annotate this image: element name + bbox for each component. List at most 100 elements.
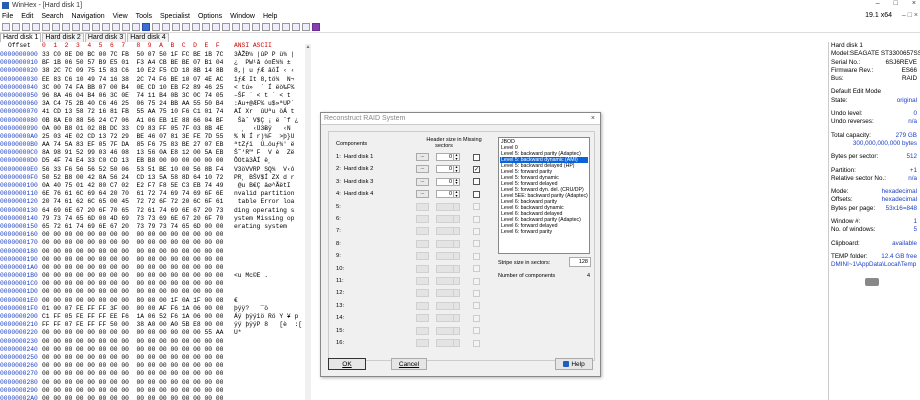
menu-search[interactable]: Search xyxy=(41,13,63,20)
hex-row[interactable]: 0000000160 00 00 00 00 00 00 00 00 00 00 … xyxy=(0,231,310,239)
cancel-button[interactable]: Cancel xyxy=(391,358,427,370)
row-ascii[interactable]: Šàˆ V$Ç ¡ ë ˆf ¿ xyxy=(234,117,298,125)
row-bytes[interactable]: 00 00 00 00 00 00 00 00 00 00 00 00 00 0… xyxy=(42,280,234,288)
hex-row[interactable]: 0000000070 41 CD 13 58 72 16 81 FB 55 AA … xyxy=(0,108,310,116)
properties-icon[interactable] xyxy=(42,22,50,31)
close-icon[interactable]: × xyxy=(912,0,916,7)
header-size-field[interactable] xyxy=(436,239,454,248)
row-bytes[interactable]: 41 CD 13 58 72 16 81 FB 55 AA 75 10 F6 C… xyxy=(42,108,234,116)
row-bytes[interactable]: 00 00 00 00 00 00 00 00 00 00 00 00 00 0… xyxy=(42,264,234,272)
maximize-icon[interactable]: □ xyxy=(894,0,898,7)
dialog-close-icon[interactable]: × xyxy=(591,115,595,122)
header-size-spinner[interactable]: ▲▼ xyxy=(454,202,460,211)
missing-checkbox[interactable] xyxy=(473,227,480,235)
row-bytes[interactable]: 56 33 F6 56 56 52 50 06 53 51 BE 10 00 5… xyxy=(42,166,234,174)
row-bytes[interactable]: C1 FF 05 FE FF FF EE F6 1A 06 52 F6 1A 0… xyxy=(42,313,234,321)
back-arrow-icon[interactable] xyxy=(162,22,170,31)
row-ascii[interactable]: AÍ Xr ûUªu öÁ t xyxy=(234,108,294,116)
row-ascii[interactable]: þÿÿ? ¯ö xyxy=(234,305,268,313)
row-bytes[interactable]: 6E 76 61 6C 69 64 20 70 61 72 74 69 74 6… xyxy=(42,190,234,198)
browse-button[interactable]: ... xyxy=(416,339,429,347)
find-text-icon[interactable] xyxy=(102,22,110,31)
browse-button[interactable]: ... xyxy=(416,227,429,236)
row-bytes[interactable]: 00 00 00 00 00 00 00 00 00 00 00 00 00 0… xyxy=(42,379,234,387)
hex-row[interactable]: 0000000170 00 00 00 00 00 00 00 00 00 00 … xyxy=(0,239,310,247)
hex-row[interactable]: 00000000A0 25 03 4E 02 CD 13 72 29 BE 46 … xyxy=(0,133,310,141)
row-bytes[interactable]: 00 00 00 00 00 00 00 00 00 00 00 00 00 0… xyxy=(42,288,234,296)
row-bytes[interactable]: 00 00 00 00 00 00 00 00 00 00 00 00 00 0… xyxy=(42,338,234,346)
tab-hard-disk-3[interactable]: Hard disk 3 xyxy=(84,33,127,42)
browse-button[interactable]: ... xyxy=(416,190,429,199)
paste-write-icon[interactable] xyxy=(92,22,100,31)
header-size-spinner[interactable]: ▲▼ xyxy=(454,326,460,335)
browse-button[interactable]: ... xyxy=(416,215,429,223)
browse-button[interactable]: ... xyxy=(416,252,429,261)
row-ascii[interactable]: table Error loa xyxy=(234,198,295,206)
row-bytes[interactable]: 00 00 00 00 00 00 00 00 00 00 00 00 00 0… xyxy=(42,387,234,395)
row-bytes[interactable]: 50 52 B8 00 42 8A 56 24 CD 13 5A 58 8D 6… xyxy=(42,174,234,182)
row-bytes[interactable]: 8A 98 91 52 99 03 46 08 13 56 0A E8 12 0… xyxy=(42,149,234,157)
header-size-spinner[interactable]: ▲▼ xyxy=(454,190,460,199)
stripe-size-field[interactable]: 128 xyxy=(569,257,591,267)
goto-offset-icon[interactable] xyxy=(142,22,150,31)
row-bytes[interactable]: 3C 00 74 FA BB 07 00 B4 0E CD 10 EB F2 8… xyxy=(42,84,234,92)
hex-editor[interactable]: Offset 0 1 2 3 4 5 6 7 8 9 A B C D E F A… xyxy=(0,42,310,400)
header-size-field[interactable] xyxy=(436,277,454,285)
raid-type-item[interactable]: Level 6: forward parity xyxy=(500,229,588,235)
row-bytes[interactable]: 00 00 00 00 00 00 00 00 00 00 00 00 00 0… xyxy=(42,329,234,337)
browse-button[interactable]: ... xyxy=(416,314,429,323)
row-ascii[interactable]: –ŠF ´ < t ´ < t xyxy=(234,92,294,100)
header-size-field[interactable] xyxy=(436,289,454,298)
header-size-field[interactable]: 0 xyxy=(436,153,454,161)
row-ascii[interactable]: < tú» ´ Í ëò‰F% xyxy=(234,84,294,92)
header-size-spinner[interactable]: ▲▼ xyxy=(454,177,460,186)
menu-tools[interactable]: Tools xyxy=(136,13,152,20)
row-ascii[interactable]: Áÿ þÿÿîö Rö Y ¥ p xyxy=(234,313,298,321)
settings-icon[interactable] xyxy=(282,22,290,31)
row-ascii[interactable]: 3ÀŽÐ¼ |ûP P ü¾ | xyxy=(234,51,294,59)
missing-checkbox[interactable] xyxy=(473,252,480,260)
row-ascii[interactable]: ding operating s xyxy=(234,207,294,215)
row-ascii[interactable]: îƒÆ It 8,tö¾ N¬ xyxy=(234,76,294,84)
row-ascii[interactable]: PR¸ BŠV$Í ZX d r xyxy=(234,174,294,182)
row-ascii[interactable]: 8,| u ƒÆ âõÍ ‹ ‹ xyxy=(234,67,294,75)
row-ascii[interactable]: % N Í r)¾F >þ}U xyxy=(234,133,294,141)
menu-specialist[interactable]: Specialist xyxy=(160,13,190,20)
header-size-spinner[interactable]: ▲▼ xyxy=(454,277,460,285)
hex-row[interactable]: 0000000100 0A 40 75 01 42 80 C7 02 E2 F7 … xyxy=(0,182,310,190)
row-bytes[interactable]: 3A C4 75 2B 40 C6 46 25 06 75 24 BB AA 5… xyxy=(42,100,234,108)
browse-button[interactable]: ... xyxy=(416,165,429,174)
hex-row[interactable]: 0000000020 38 2C 7C 09 75 15 83 C6 10 E2 … xyxy=(0,67,310,75)
hex-row[interactable]: 0000000050 96 8A 46 04 B4 06 3C 0E 74 11 … xyxy=(0,92,310,100)
replace-hex-icon[interactable] xyxy=(132,22,140,31)
hex-row[interactable]: 00000000F0 50 52 B8 00 42 8A 56 24 CD 13 … xyxy=(0,174,310,182)
hex-row[interactable]: 0000000140 79 73 74 65 6D 00 4D 69 73 73 … xyxy=(0,215,310,223)
header-size-field[interactable]: 0 xyxy=(436,165,454,174)
ok-button[interactable]: OK xyxy=(328,358,366,370)
missing-checkbox[interactable] xyxy=(473,203,480,211)
last-sector-icon[interactable] xyxy=(192,22,200,31)
header-size-spinner[interactable]: ▲▼ xyxy=(454,301,460,310)
hex-row[interactable]: 0000000090 0A 00 B8 01 02 8B DC 33 C9 83 … xyxy=(0,125,310,133)
missing-checkbox[interactable] xyxy=(473,327,480,335)
row-ascii[interactable]: ¸ ‹Ü3Ƀÿ ‹N xyxy=(234,125,291,133)
row-bytes[interactable]: 38 2C 7C 09 75 15 83 C6 10 E2 F5 CD 18 8… xyxy=(42,67,234,75)
header-size-spinner[interactable]: ▲▼ xyxy=(454,227,460,236)
row-ascii[interactable]: nvalid partition xyxy=(234,190,294,198)
row-bytes[interactable]: 0A 40 75 01 42 80 C7 02 E2 F7 F8 5E C3 E… xyxy=(42,182,234,190)
row-bytes[interactable]: 00 00 00 00 00 00 00 00 00 00 00 00 00 0… xyxy=(42,239,234,247)
missing-checkbox[interactable] xyxy=(473,178,480,186)
open-disk-icon[interactable] xyxy=(202,22,210,31)
menu-navigation[interactable]: Navigation xyxy=(72,13,105,20)
header-size-field[interactable] xyxy=(436,227,454,236)
hex-row[interactable]: 0000000030 EE 83 C6 10 49 74 16 38 2C 74 … xyxy=(0,76,310,84)
child-window-controls[interactable]: – □ × xyxy=(902,12,918,19)
header-size-field[interactable] xyxy=(436,326,454,335)
row-bytes[interactable]: 79 73 74 65 6D 00 4D 69 73 73 69 6E 67 2… xyxy=(42,215,234,223)
row-bytes[interactable]: 00 00 00 00 00 00 00 00 00 00 00 00 00 0… xyxy=(42,256,234,264)
row-ascii[interactable]: <u Mc©E . xyxy=(234,272,268,280)
row-ascii[interactable]: U* xyxy=(234,329,242,337)
save-icon[interactable] xyxy=(22,22,30,31)
tab-hard-disk-4[interactable]: Hard disk 4 xyxy=(127,33,169,42)
row-ascii[interactable]: ÿÿ þÿÿP 8 [è :[ xyxy=(234,321,302,329)
